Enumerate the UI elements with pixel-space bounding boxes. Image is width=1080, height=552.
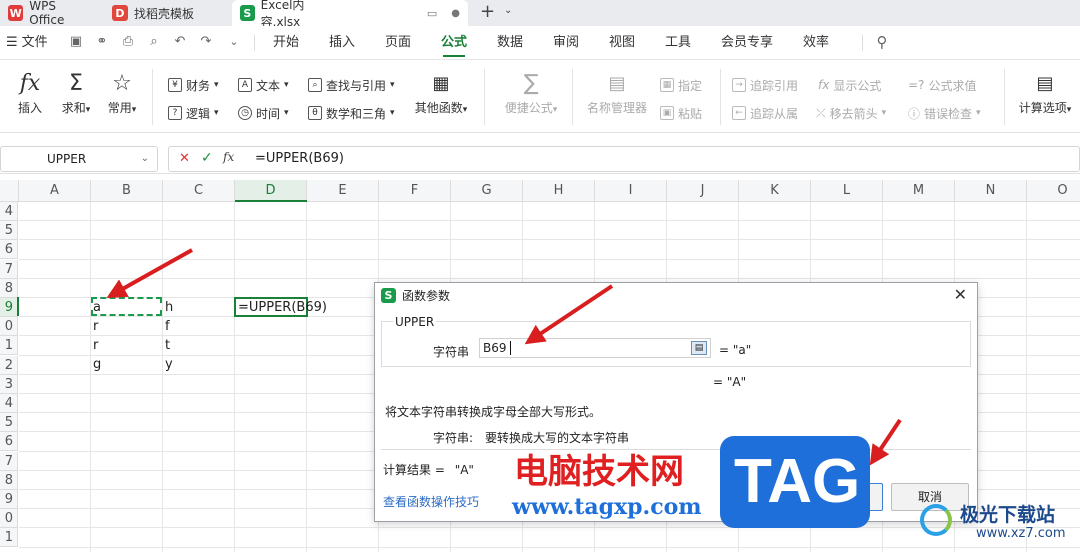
- arrow-to-ok: [869, 418, 902, 466]
- arrow-to-input: [524, 284, 614, 345]
- aurora-logo-icon: [920, 504, 952, 536]
- corner-watermark-url: www.xz7.com: [976, 526, 1066, 541]
- tag-logo-text: TAG: [734, 447, 861, 516]
- watermark-url: www.tagxp.com: [512, 494, 702, 520]
- arrow-to-cell: [106, 248, 193, 298]
- tag-logo: TAG: [720, 436, 870, 528]
- watermark-title: 电脑技术网: [514, 452, 684, 492]
- corner-watermark-text: 极光下载站: [960, 504, 1056, 526]
